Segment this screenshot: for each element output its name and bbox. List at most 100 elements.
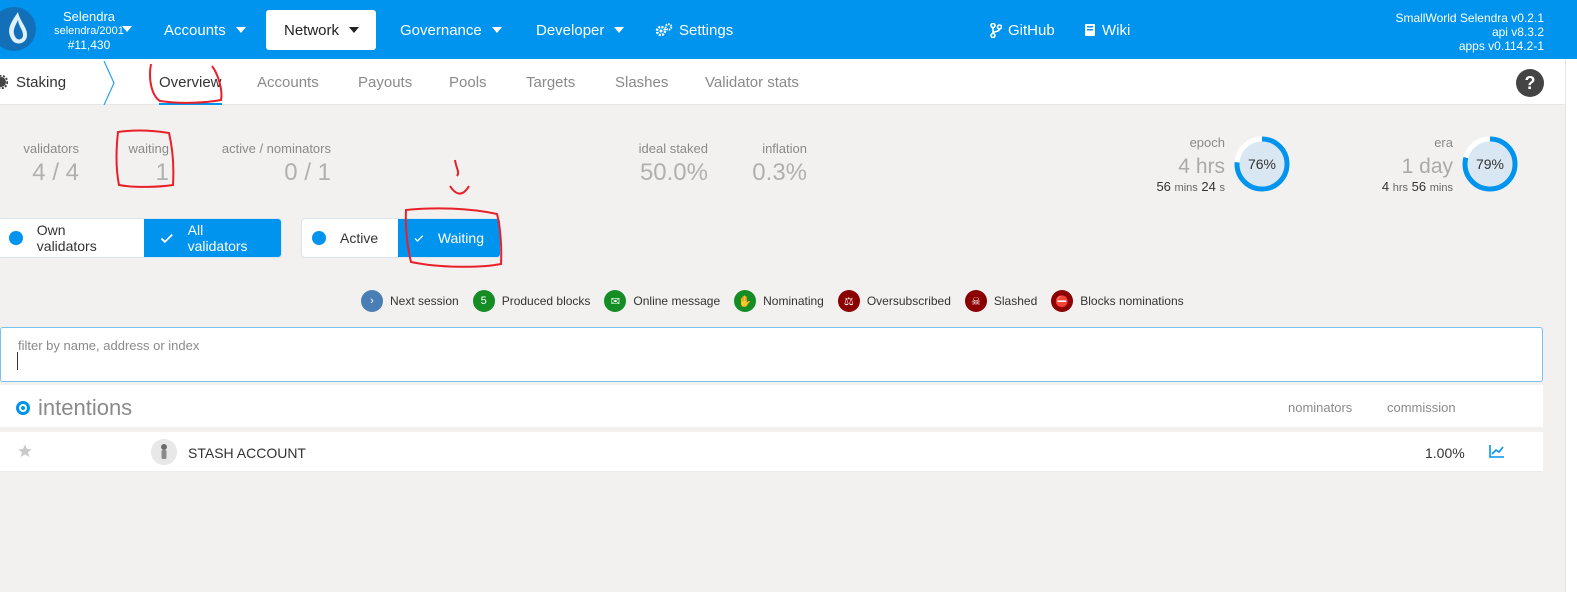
legend-label: Blocks nominations <box>1080 294 1184 308</box>
legend-item: ✋ Nominating <box>734 290 824 312</box>
gear-icon <box>0 75 8 89</box>
scrollbar[interactable] <box>1565 59 1577 592</box>
staking-subnav: Staking Overview Accounts Payouts Pools … <box>0 59 1565 105</box>
check-icon <box>414 234 424 242</box>
stat-active-nominators-label: active / nominators <box>221 141 331 156</box>
best-block: #11,430 <box>67 38 111 52</box>
own-validators-button[interactable]: Own validators <box>0 219 144 257</box>
account-name[interactable]: STASH ACCOUNT <box>188 445 306 461</box>
stat-waiting-value: 1 <box>155 159 169 186</box>
active-button[interactable]: Active <box>302 219 398 257</box>
avatar[interactable] <box>151 439 177 465</box>
tab-slashes-label: Slashes <box>615 73 669 91</box>
legend-label: Online message <box>633 294 721 308</box>
col-nominators[interactable]: nominators <box>1288 400 1352 415</box>
stat-inflation-value: 0.3% <box>752 159 807 186</box>
section-staking: Staking <box>0 59 112 105</box>
table-row: STASH ACCOUNT 1.00% <box>0 432 1543 472</box>
menu-accounts-label: Accounts <box>164 21 226 39</box>
col-commission[interactable]: commission <box>1387 400 1456 415</box>
status-legend: › Next session 5 Produced blocks ✉ Online mes… <box>361 290 1198 312</box>
waiting-button[interactable]: Waiting <box>398 219 500 257</box>
chain-name: Selendra <box>62 9 116 24</box>
intentions-title: intentions <box>16 395 132 421</box>
chevron-down-icon <box>614 27 625 33</box>
epoch-label: epoch <box>1189 135 1225 150</box>
tab-targets-label: Targets <box>526 73 576 91</box>
intentions-title-text: intentions <box>38 395 133 420</box>
legend-label: Slashed <box>993 294 1038 308</box>
menu-github[interactable]: GitHub <box>978 10 1067 50</box>
radio-dot-icon <box>312 231 326 245</box>
menu-network[interactable]: Network <box>266 10 376 50</box>
section-title: Staking <box>16 73 67 91</box>
stat-waiting: waiting 1 <box>117 141 169 187</box>
tab-payouts[interactable]: Payouts <box>358 59 412 105</box>
stat-waiting-label: waiting <box>128 141 169 156</box>
tab-validator-stats[interactable]: Validator stats <box>705 59 799 105</box>
stat-inflation-label: inflation <box>762 141 807 156</box>
chart-line-icon[interactable] <box>1489 444 1505 458</box>
menu-governance-label: Governance <box>400 21 482 39</box>
tab-targets[interactable]: Targets <box>526 59 575 105</box>
menu-settings[interactable]: Settings <box>643 10 745 50</box>
chevron-down-icon <box>235 27 246 33</box>
era-remaining-major: 1 day <box>1401 155 1453 178</box>
epoch-remaining-minor: 56 mins 24 s <box>1156 179 1225 194</box>
stat-active-nominators: active / nominators 0 / 1 <box>214 141 331 187</box>
epoch-progress: epoch 4 hrs 56 mins 24 s 76% <box>1120 132 1291 198</box>
tab-accounts[interactable]: Accounts <box>257 59 319 105</box>
tab-pools[interactable]: Pools <box>449 59 487 105</box>
menu-github-label: GitHub <box>1008 21 1055 39</box>
gears-icon <box>655 23 673 37</box>
menu-wiki[interactable]: Wiki <box>1072 10 1142 50</box>
era-label: era <box>1434 135 1453 150</box>
menu-accounts[interactable]: Accounts <box>152 10 258 50</box>
legend-item: ☠ Slashed <box>964 290 1038 312</box>
chain-selector[interactable]: Selendra selendra/2001 #11,430 <box>40 10 138 52</box>
legend-item: ⚖ Oversubscribed <box>837 290 951 312</box>
filter-input[interactable] <box>15 355 1525 375</box>
top-bar: Selendra selendra/2001 #11,430 Accounts … <box>0 0 1577 59</box>
chevron-down-icon <box>122 26 132 32</box>
filter-box: filter by name, address or index <box>0 327 1543 382</box>
help-button[interactable]: ? <box>1516 69 1544 97</box>
era-ring: 79% <box>1461 135 1519 193</box>
all-validators-label: All validators <box>187 222 248 254</box>
legend-item: 5 Produced blocks <box>472 290 591 312</box>
legend-label: Produced blocks <box>501 294 591 308</box>
all-validators-button[interactable]: All validators <box>143 219 281 257</box>
selendra-logo-icon[interactable] <box>0 6 38 52</box>
epoch-remaining-major: 4 hrs <box>1178 155 1225 178</box>
intentions-header: intentions nominators commission <box>0 385 1543 429</box>
stat-validators-label: validators <box>23 141 79 156</box>
status-filter-toggle: Active Waiting <box>301 218 501 258</box>
epoch-ring: 76% <box>1233 135 1291 193</box>
node-version: SmallWorld Selendra v0.2.1 <box>1395 11 1544 25</box>
balance-scale-icon: ⚖ <box>837 290 860 312</box>
radio-dot-icon <box>9 231 23 245</box>
epoch-percent: 76% <box>1247 156 1277 172</box>
apps-version: apps v0.114.2-1 <box>1458 39 1544 53</box>
code-branch-icon <box>990 22 1002 38</box>
book-icon <box>1085 24 1095 36</box>
check-icon <box>160 233 173 243</box>
user-slash-icon: ⛔ <box>1051 290 1074 312</box>
envelope-icon: ✉ <box>604 290 627 312</box>
legend-item: ✉ Online message <box>604 290 720 312</box>
menu-developer[interactable]: Developer <box>524 10 636 50</box>
menu-governance[interactable]: Governance <box>388 10 514 50</box>
tab-slashes[interactable]: Slashes <box>615 59 668 105</box>
validator-filter-toggle: Own validators All validators <box>0 218 282 258</box>
stat-ideal-staked-label: ideal staked <box>638 141 708 156</box>
star-icon[interactable] <box>17 443 33 459</box>
active-label: Active <box>340 230 379 246</box>
era-remaining-minor: 4 hrs 56 mins <box>1381 179 1453 194</box>
tab-overview-label: Overview <box>159 73 222 91</box>
stat-ideal-staked: ideal staked 50.0% <box>630 141 708 187</box>
era-progress: era 1 day 4 hrs 56 mins 79% <box>1330 132 1519 198</box>
waiting-label: Waiting <box>437 230 484 246</box>
tab-overview[interactable]: Overview <box>151 59 230 105</box>
stat-validators: validators 4 / 4 <box>19 141 79 187</box>
legend-item: › Next session <box>361 290 459 312</box>
